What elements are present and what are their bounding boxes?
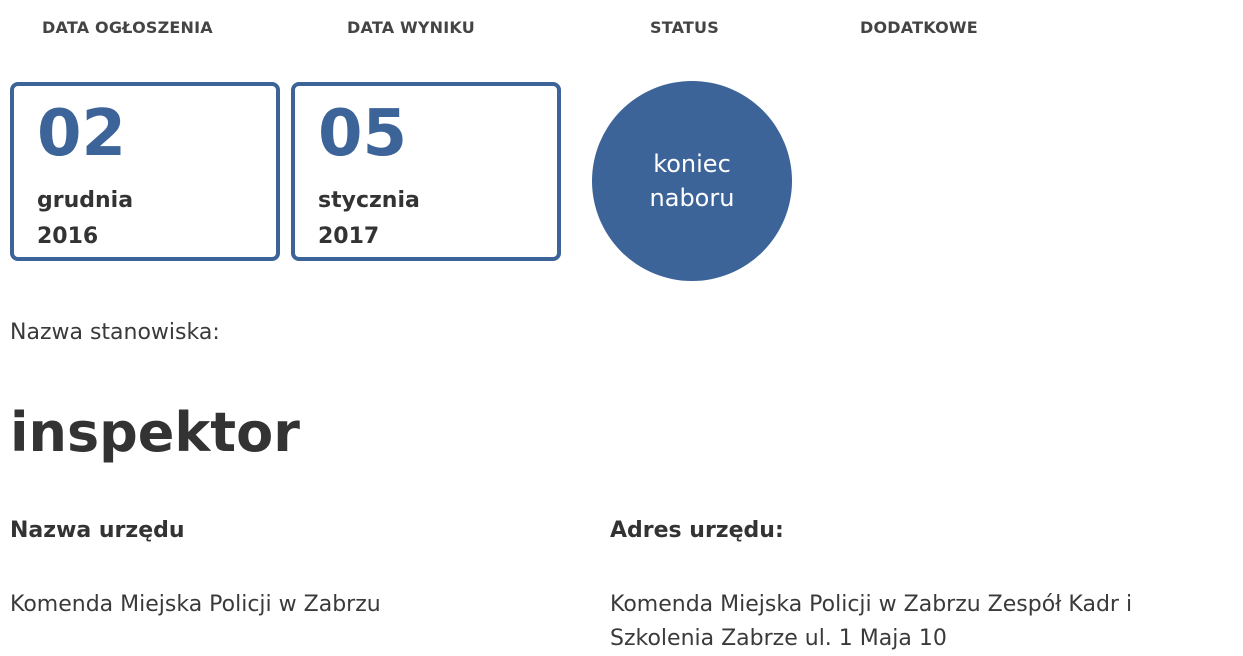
announcement-day: 02 xyxy=(37,97,127,171)
office-address-heading: Adres urzędu: xyxy=(610,518,784,543)
col-header-status: STATUS xyxy=(650,18,719,37)
status-line-1: koniec xyxy=(653,150,731,178)
office-address-line-1: Komenda Miejska Policji w Zabrzu Zespół … xyxy=(610,592,1133,617)
announcement-date-card: 02 grudnia 2016 xyxy=(10,82,280,261)
status-line-2: naboru xyxy=(649,184,735,212)
position-title: inspektor xyxy=(10,401,300,464)
office-address-line-2: Szkolenia Zabrze ul. 1 Maja 10 xyxy=(610,626,947,651)
office-address-value: Komenda Miejska Policji w Zabrzu Zespół … xyxy=(610,588,1132,656)
announcement-year: 2016 xyxy=(37,224,99,249)
position-label: Nazwa stanowiska: xyxy=(10,320,220,345)
result-year: 2017 xyxy=(318,224,380,249)
office-name-value: Komenda Miejska Policji w Zabrzu xyxy=(10,592,381,617)
announcement-month: grudnia xyxy=(37,188,134,213)
col-header-announcement-date: DATA OGŁOSZENIA xyxy=(42,18,213,37)
result-day: 05 xyxy=(318,97,408,171)
result-month: stycznia xyxy=(318,188,420,213)
status-text: koniec naboru xyxy=(632,147,752,215)
office-name-heading: Nazwa urzędu xyxy=(10,518,185,543)
result-date-card: 05 stycznia 2017 xyxy=(291,82,561,261)
col-header-additional: DODATKOWE xyxy=(860,18,978,37)
col-header-result-date: DATA WYNIKU xyxy=(347,18,475,37)
status-badge: koniec naboru xyxy=(592,81,792,281)
